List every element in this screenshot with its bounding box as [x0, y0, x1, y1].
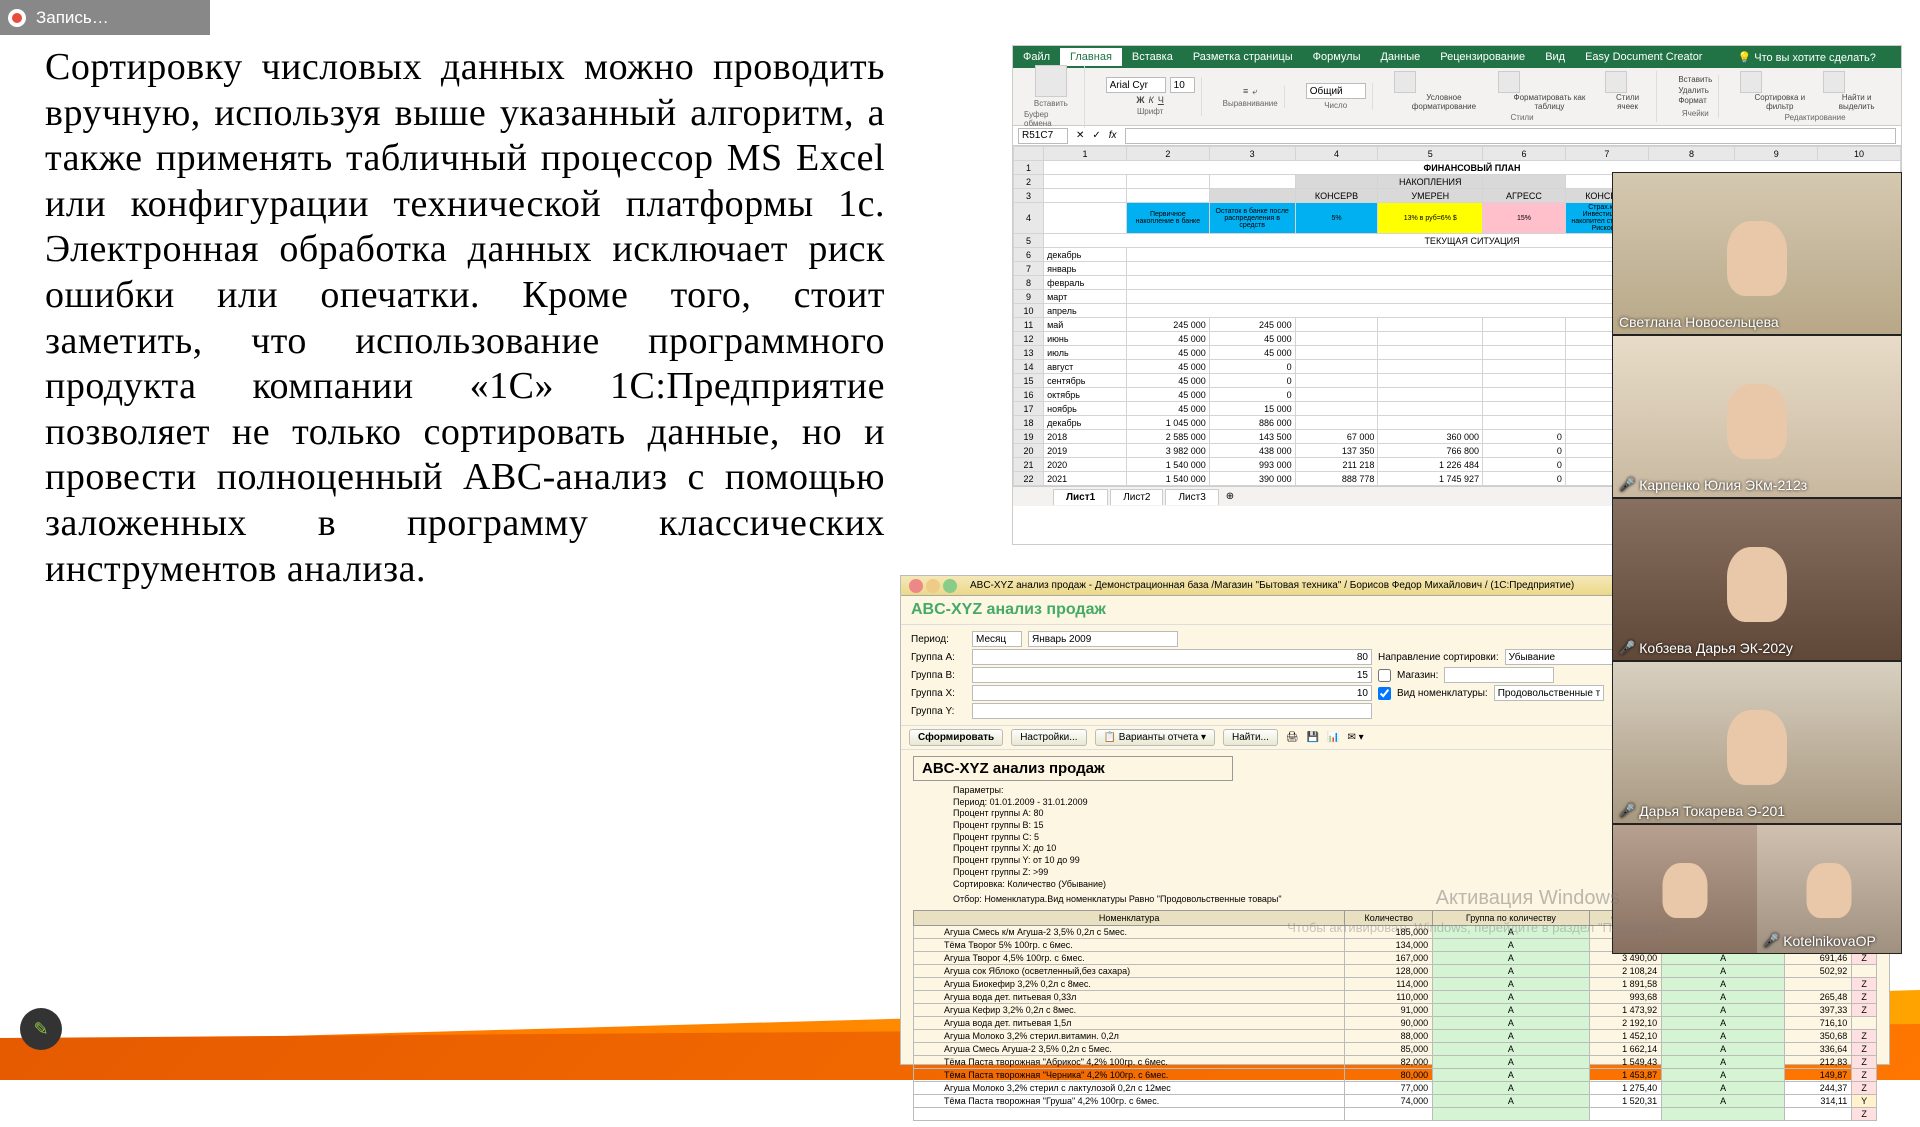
period-value[interactable]: [1028, 631, 1178, 647]
save-icon[interactable]: 💾: [1307, 732, 1319, 743]
participant-tile[interactable]: 🎤Дарья Токарева Э-201: [1612, 661, 1902, 824]
tab-formulas[interactable]: Формулы: [1303, 48, 1371, 66]
insert-cells[interactable]: Вставить: [1678, 75, 1712, 85]
sort-direction[interactable]: [1505, 649, 1615, 665]
tab-file[interactable]: Файл: [1013, 48, 1060, 66]
name-box[interactable]: [1018, 128, 1068, 144]
record-icon: [8, 9, 26, 27]
align-group: ≡⤶ Выравнивание: [1217, 86, 1285, 108]
font-size[interactable]: [1170, 77, 1195, 93]
participant-name: KotelnikovaOP: [1783, 933, 1876, 949]
delete-cells[interactable]: Удалить: [1678, 86, 1712, 96]
italic-icon[interactable]: К: [1149, 95, 1154, 105]
find-icon[interactable]: [1823, 71, 1845, 93]
store-input[interactable]: [1444, 667, 1554, 683]
tab-layout[interactable]: Разметка страницы: [1183, 48, 1303, 66]
align-icon[interactable]: ≡: [1243, 86, 1248, 96]
cancel-icon[interactable]: ✕: [1076, 130, 1084, 141]
recording-label: Запись…: [36, 8, 109, 28]
cond-format-icon[interactable]: [1394, 71, 1416, 93]
participant-tile[interactable]: 🎤Карпенко Юлия ЭКм-212з: [1612, 335, 1902, 498]
tab-home[interactable]: Главная: [1060, 48, 1122, 66]
number-format[interactable]: [1306, 83, 1366, 99]
sheet-2[interactable]: Лист2: [1110, 489, 1163, 505]
settings-button[interactable]: Настройки...: [1011, 729, 1086, 746]
minimize-icon[interactable]: [926, 579, 940, 593]
editing-group: Сортировка и фильтр Найти и выделить Ред…: [1734, 71, 1896, 122]
group-y[interactable]: [972, 703, 1372, 719]
excel-ribbon-tabs: Файл Главная Вставка Разметка страницы Ф…: [1013, 46, 1901, 68]
cell-styles-icon[interactable]: [1605, 71, 1627, 93]
avatar: [1727, 221, 1787, 296]
group-a[interactable]: [972, 649, 1372, 665]
pen-tool-button[interactable]: ✎: [20, 1008, 62, 1050]
tab-review[interactable]: Рецензирование: [1430, 48, 1535, 66]
avatar: [1727, 547, 1787, 622]
fx-icon[interactable]: fx: [1109, 130, 1117, 141]
variants-button[interactable]: 📋 Варианты отчета ▾: [1095, 729, 1215, 746]
print-icon[interactable]: 🖨: [1286, 732, 1299, 743]
nomtype-check[interactable]: [1378, 687, 1391, 700]
avatar: [1727, 710, 1787, 785]
participant-tile-split[interactable]: 🎤KotelnikovaOP: [1612, 824, 1902, 954]
group-x[interactable]: [972, 685, 1372, 701]
underline-icon[interactable]: Ч: [1158, 95, 1164, 105]
formula-input[interactable]: [1125, 128, 1896, 144]
nomtype-input[interactable]: [1494, 685, 1604, 701]
participant-tile[interactable]: Светлана Новосельцева: [1612, 172, 1902, 335]
mic-muted-icon: 🎤: [1619, 803, 1635, 819]
avatar: [1727, 384, 1787, 459]
close-icon[interactable]: [909, 579, 923, 593]
participant-name: Светлана Новосельцева: [1619, 314, 1779, 330]
participant-name: Дарья Токарева Э-201: [1639, 803, 1785, 819]
avatar: [1807, 863, 1852, 918]
maximize-icon[interactable]: [943, 579, 957, 593]
group-b[interactable]: [972, 667, 1372, 683]
add-sheet-icon[interactable]: ⊕: [1226, 491, 1234, 502]
mic-muted-icon: 🎤: [1619, 477, 1635, 493]
mic-muted-icon: 🎤: [1763, 933, 1779, 949]
font-name[interactable]: [1106, 77, 1166, 93]
recording-indicator: Запись…: [0, 0, 210, 35]
mic-muted-icon: 🎤: [1619, 640, 1635, 656]
sort-icon[interactable]: [1740, 71, 1762, 93]
format-cells[interactable]: Формат: [1678, 96, 1712, 106]
avatar: [1663, 863, 1708, 918]
bold-icon[interactable]: Ж: [1136, 95, 1144, 105]
clipboard-group: Вставить Буфер обмена: [1018, 65, 1085, 128]
chart-icon[interactable]: 📊: [1327, 732, 1339, 743]
cells-group: Вставить Удалить Формат Ячейки: [1672, 75, 1719, 117]
mail-icon[interactable]: ✉ ▾: [1348, 732, 1364, 743]
tab-edc[interactable]: Easy Document Creator: [1575, 48, 1712, 66]
tab-view[interactable]: Вид: [1535, 48, 1575, 66]
period-type[interactable]: [972, 631, 1022, 647]
formula-bar: ✕ ✓ fx: [1013, 126, 1901, 146]
table-format-icon[interactable]: [1498, 71, 1520, 93]
slide-body-text: Сортировку числовых данных можно проводи…: [45, 45, 885, 592]
sheet-3[interactable]: Лист3: [1165, 489, 1218, 505]
participant-name: Карпенко Юлия ЭКм-212з: [1639, 477, 1807, 493]
participant-name: Кобзева Дарья ЭК-202у: [1639, 640, 1793, 656]
tab-insert[interactable]: Вставка: [1122, 48, 1183, 66]
font-group: Ж К Ч Шрифт: [1100, 77, 1202, 116]
participants-panel: Светлана Новосельцева 🎤Карпенко Юлия ЭКм…: [1612, 172, 1902, 954]
wrap-icon[interactable]: ⤶: [1252, 86, 1257, 97]
excel-toolbar: Вставить Буфер обмена Ж К Ч Шрифт ≡⤶ Выр…: [1013, 68, 1901, 126]
tab-data[interactable]: Данные: [1370, 48, 1430, 66]
report-title: ABC-XYZ анализ продаж: [913, 756, 1233, 781]
run-button[interactable]: Сформировать: [909, 729, 1003, 746]
onec-window-title: ABC-XYZ анализ продаж - Демонстрационная…: [970, 580, 1574, 591]
tell-me[interactable]: 💡 Что вы хотите сделать?: [1727, 48, 1885, 67]
enter-icon[interactable]: ✓: [1092, 130, 1100, 141]
store-check[interactable]: [1378, 669, 1391, 682]
participant-tile[interactable]: 🎤Кобзева Дарья ЭК-202у: [1612, 498, 1902, 661]
sheet-1[interactable]: Лист1: [1053, 489, 1108, 505]
find-button[interactable]: Найти...: [1223, 729, 1278, 746]
styles-group: Условное форматирование Форматировать ка…: [1388, 71, 1658, 122]
number-group: Число: [1300, 83, 1373, 110]
paste-icon[interactable]: [1035, 65, 1067, 97]
